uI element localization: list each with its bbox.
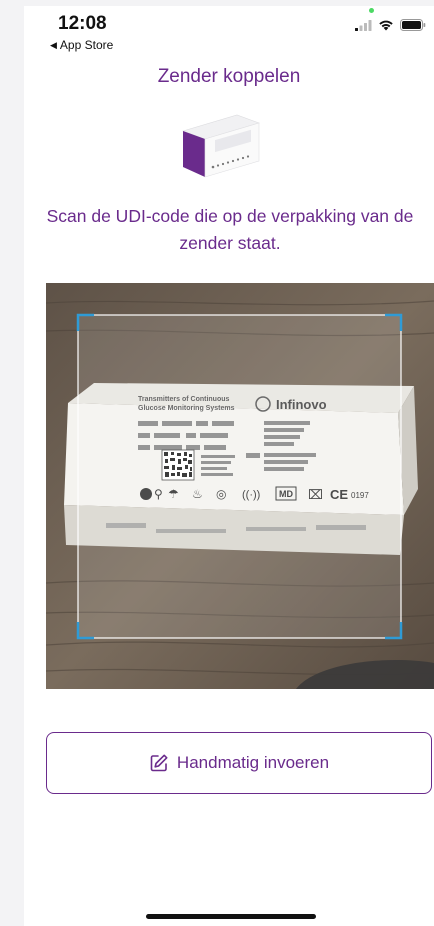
status-bar: 12:08 ◀ App Store	[0, 0, 434, 54]
status-time: 12:08	[58, 13, 107, 34]
battery-icon	[400, 19, 426, 31]
home-indicator[interactable]	[146, 914, 316, 919]
back-triangle-icon: ◀	[50, 39, 57, 50]
camera-viewfinder[interactable]: Transmitters of Continuous Glucose Monit…	[46, 283, 434, 689]
scan-instruction: Scan de UDI-code die op de verpakking va…	[46, 206, 414, 253]
back-to-app-store[interactable]: ◀ App Store	[50, 38, 113, 52]
transmitter-box-illustration	[182, 114, 260, 178]
edit-icon	[150, 754, 168, 772]
page-title: Zender koppelen	[157, 66, 301, 87]
back-to-app-store-label: App Store	[59, 38, 114, 52]
privacy-indicator-dot	[369, 8, 374, 13]
status-icons	[355, 19, 426, 31]
camera-feed: Transmitters of Continuous Glucose Monit…	[46, 283, 434, 689]
left-edge-rail	[0, 0, 24, 926]
manual-entry-button[interactable]: Handmatig invoeren	[46, 732, 432, 794]
scanner-frame	[77, 314, 402, 639]
manual-entry-label: Handmatig invoeren	[176, 753, 330, 772]
cellular-signal-icon	[355, 20, 372, 31]
wifi-icon	[379, 20, 393, 31]
